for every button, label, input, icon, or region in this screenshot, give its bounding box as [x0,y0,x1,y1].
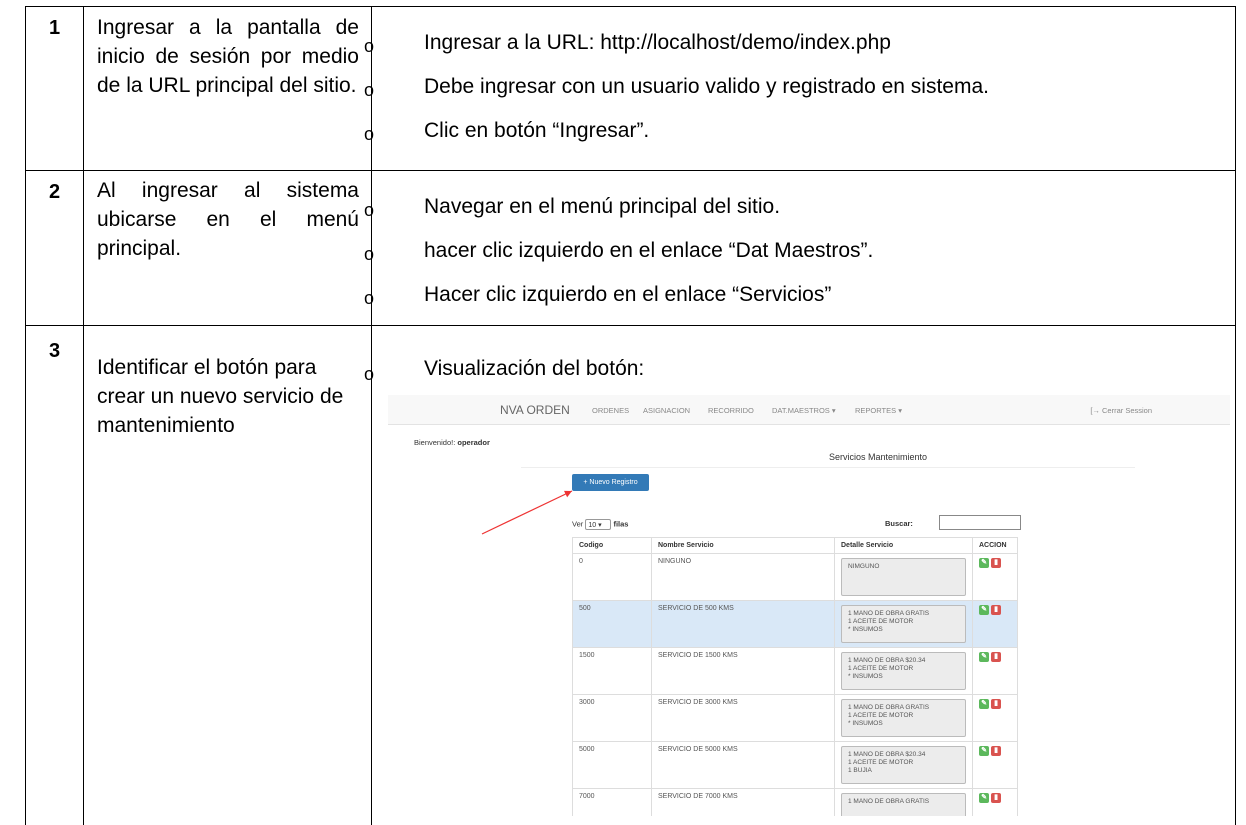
divider [83,171,84,325]
service-detail-textarea[interactable]: 1 MANO DE OBRA $20.34 1 ACEITE DE MOTOR … [841,652,966,690]
services-table: Codigo Nombre Servicio Detalle Servicio … [572,537,1018,816]
list-item: o Visualización del botón: [364,350,1235,387]
edit-icon[interactable]: ✎ [979,746,989,756]
service-detail-cell: NIMGUNO [834,553,973,601]
table-row: 1500 SERVICIO DE 1500 KMS 1 MANO DE OBRA $… [572,647,1018,695]
service-detail-textarea[interactable]: NIMGUNO [841,558,966,596]
logout-link[interactable]: [→ Cerrar Session [1090,406,1152,415]
column-header[interactable]: Codigo [572,537,652,554]
list-item: o Navegar en el menú principal del sitio. [364,188,1235,225]
service-detail-cell: 1 MANO DE OBRA GRATIS [834,788,973,816]
service-name: SERVICIO DE 7000 KMS [651,788,835,816]
service-code: 1500 [572,647,652,695]
embedded-screenshot: NVA ORDEN ORDENES ASIGNACION RECORRIDO D… [388,395,1230,816]
service-detail-textarea[interactable]: 1 MANO DE OBRA GRATIS 1 ACEITE DE MOTOR … [841,605,966,643]
actions-cell: ✎ ▮ [972,553,1018,601]
new-record-button[interactable]: + Nuevo Registro [572,474,649,491]
edit-icon[interactable]: ✎ [979,699,989,709]
table-row: 7000 SERVICIO DE 7000 KMS 1 MANO DE OBRA G… [572,788,1018,816]
service-detail-cell: 1 MANO DE OBRA GRATIS 1 ACEITE DE MOTOR … [834,694,973,742]
service-name: SERVICIO DE 5000 KMS [651,741,835,789]
bullet-icon: o [364,124,375,144]
service-code: 7000 [572,788,652,816]
column-header[interactable]: Nombre Servicio [651,537,835,554]
divider [521,467,1135,468]
nav-item-recorrido[interactable]: RECORRIDO [708,406,754,415]
list-item: o hacer clic izquierdo en el enlace “Dat … [364,232,1235,269]
service-name: SERVICIO DE 3000 KMS [651,694,835,742]
brand-link[interactable]: NVA ORDEN [500,403,570,417]
delete-icon[interactable]: ▮ [991,793,1001,803]
welcome-text: Bienvenido!: operador [414,438,490,447]
table-row: 0 NINGUNO NIMGUNO ✎ ▮ [572,553,1018,601]
service-name: SERVICIO DE 500 KMS [651,600,835,648]
service-code: 500 [572,600,652,648]
divider [83,326,84,825]
delete-icon[interactable]: ▮ [991,558,1001,568]
actions-cell: ✎ ▮ [972,788,1018,816]
bullet-icon: o [364,36,375,56]
table-row: 3000 SERVICIO DE 3000 KMS 1 MANO DE OBRA G… [572,694,1018,742]
list-item: o Clic en botón “Ingresar”. [364,112,1235,149]
nav-item-dat-maestros[interactable]: DAT.MAESTROS ▾ [772,406,836,415]
service-detail-textarea[interactable]: 1 MANO DE OBRA GRATIS 1 ACEITE DE MOTOR … [841,699,966,737]
service-detail-textarea[interactable]: 1 MANO DE OBRA GRATIS [841,793,966,816]
delete-icon[interactable]: ▮ [991,746,1001,756]
edit-icon[interactable]: ✎ [979,793,989,803]
actions-cell: ✎ ▮ [972,647,1018,695]
edit-icon[interactable]: ✎ [979,652,989,662]
table-row: 500 SERVICIO DE 500 KMS 1 MANO DE OBRA GRA… [572,600,1018,648]
edit-icon[interactable]: ✎ [979,558,989,568]
service-detail-cell: 1 MANO DE OBRA $20.34 1 ACEITE DE MOTOR … [834,647,973,695]
step-description: Identificar el botón para crear un nuevo… [97,356,344,437]
bullet-icon: o [364,288,375,308]
column-header: ACCION [972,537,1018,554]
service-code: 5000 [572,741,652,789]
bullet-icon: o [364,244,375,264]
page-length-select[interactable]: 10 ▾ [585,519,612,530]
service-name: SERVICIO DE 1500 KMS [651,647,835,695]
step-description: Al ingresar al sistema ubicarse en el me… [97,179,359,260]
actions-cell: ✎ ▮ [972,600,1018,648]
nav-item-reportes[interactable]: REPORTES ▾ [855,406,902,415]
step-number: 2 [48,181,61,203]
divider [371,326,372,825]
search-input[interactable] [939,515,1021,530]
column-header[interactable]: Detalle Servicio [834,537,973,554]
delete-icon[interactable]: ▮ [991,652,1001,662]
navbar: NVA ORDEN ORDENES ASIGNACION RECORRIDO D… [388,395,1230,425]
search-control: Buscar: [885,515,1021,530]
divider [83,7,84,170]
actions-cell: ✎ ▮ [972,741,1018,789]
delete-icon[interactable]: ▮ [991,605,1001,615]
edit-icon[interactable]: ✎ [979,605,989,615]
bullet-icon: o [364,80,375,100]
step-number: 1 [48,17,61,39]
red-arrow-icon [481,490,573,535]
delete-icon[interactable]: ▮ [991,699,1001,709]
bullet-icon: o [364,364,375,384]
table-row: 2 Al ingresar al sistema ubicarse en el … [25,170,1236,326]
service-code: 3000 [572,694,652,742]
actions-cell: ✎ ▮ [972,694,1018,742]
list-item: o Hacer clic izquierdo en el enlace “Serv… [364,276,1235,313]
nav-item-asignacion[interactable]: ASIGNACION [643,406,690,415]
service-detail-cell: 1 MANO DE OBRA $20.34 1 ACEITE DE MOTOR … [834,741,973,789]
page-length: Ver 10 ▾ filas [572,519,629,530]
table-row: 1 Ingresar a la pantalla de inicio de se… [25,6,1236,171]
service-name: NINGUNO [651,553,835,601]
service-detail-textarea[interactable]: 1 MANO DE OBRA $20.34 1 ACEITE DE MOTOR … [841,746,966,784]
table-row: 5000 SERVICIO DE 5000 KMS 1 MANO DE OBRA $… [572,741,1018,789]
nav-item-ordenes[interactable]: ORDENES [592,406,629,415]
page-title: Servicios Mantenimiento [828,452,928,462]
procedure-table: 1 Ingresar a la pantalla de inicio de se… [0,0,1246,825]
step-number: 3 [48,340,61,362]
list-item: o Ingresar a la URL: http://localhost/dem… [364,24,1235,61]
service-code: 0 [572,553,652,601]
list-item: o Debe ingresar con un usuario valido y r… [364,68,1235,105]
bullet-icon: o [364,200,375,220]
step-description: Ingresar a la pantalla de inicio de sesi… [97,16,359,97]
service-detail-cell: 1 MANO DE OBRA GRATIS 1 ACEITE DE MOTOR … [834,600,973,648]
